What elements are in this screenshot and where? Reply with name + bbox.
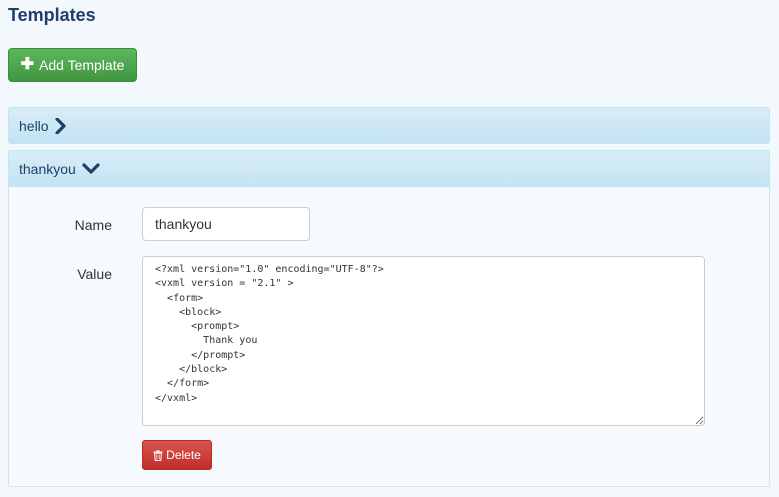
- trash-icon: [153, 449, 163, 461]
- chevron-down-icon: [82, 162, 100, 175]
- template-name-label: hello: [19, 117, 49, 134]
- add-template-button[interactable]: ✚ Add Template: [8, 48, 137, 82]
- delete-label: Delete: [166, 448, 201, 462]
- chevron-right-icon: [54, 117, 67, 134]
- template-editor-panel: Name Value <?xml version="1.0" encoding=…: [8, 187, 770, 487]
- plus-icon: ✚: [20, 56, 35, 73]
- name-label: Name: [74, 217, 112, 233]
- template-panel-thankyou[interactable]: thankyou: [8, 150, 770, 187]
- template-name-label: thankyou: [19, 160, 76, 177]
- page-title: Templates: [8, 5, 96, 25]
- name-input[interactable]: [142, 207, 310, 241]
- template-panel-hello[interactable]: hello: [8, 107, 770, 144]
- add-template-label: Add Template: [39, 57, 125, 73]
- value-label: Value: [77, 266, 112, 282]
- delete-button[interactable]: Delete: [142, 440, 212, 470]
- value-textarea[interactable]: <?xml version="1.0" encoding="UTF-8"?> <…: [142, 256, 705, 426]
